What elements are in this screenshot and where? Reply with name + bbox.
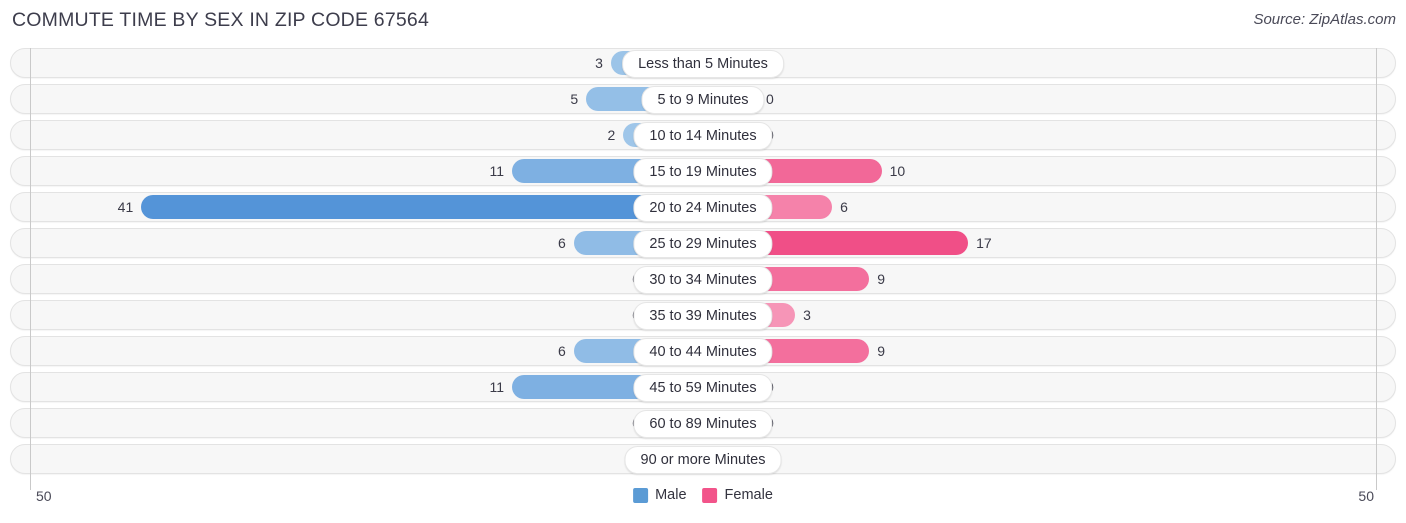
bar-pair: 2010 to 14 Minutes: [11, 121, 1395, 150]
bar-row: 5 05 to 9 Minutes: [10, 84, 1396, 114]
category-label: 15 to 19 Minutes: [633, 158, 773, 186]
legend-label: Female: [724, 487, 773, 503]
axis-tick-right: 50: [1358, 488, 1374, 504]
bar-pair: 11 10 15 to 19 Minutes: [11, 157, 1395, 186]
female-value-label: 6: [840, 199, 848, 215]
axis-tick-left: 50: [36, 488, 52, 504]
commute-time-chart: COMMUTE TIME BY SEX IN ZIP CODE 67564 So…: [0, 0, 1406, 523]
female-value-label: 9: [877, 271, 886, 287]
bar-row: 2010 to 14 Minutes: [10, 120, 1396, 150]
chart-legend: Male Female: [633, 487, 773, 503]
legend-item[interactable]: Male: [633, 487, 687, 503]
bar-row: 6 17 25 to 29 Minutes: [10, 228, 1396, 258]
plot-area: 30Less than 5 Minutes 5 05 to 9 Minutes 201…: [0, 48, 1406, 490]
bar-row: 0930 to 34 Minutes: [10, 264, 1396, 294]
legend-item[interactable]: Female: [702, 487, 773, 503]
category-label: 45 to 59 Minutes: [633, 374, 773, 402]
page-title: COMMUTE TIME BY SEX IN ZIP CODE 67564: [12, 9, 430, 31]
female-value-label: 0: [766, 91, 774, 107]
bar-pair: 6 9 40 to 44 Minutes: [11, 337, 1395, 366]
chart-footer: 50 50 Male Female: [0, 484, 1406, 518]
bar-row: 0060 to 89 Minutes: [10, 408, 1396, 438]
bar-row: 11 10 15 to 19 Minutes: [10, 156, 1396, 186]
axis-line-left: [30, 48, 31, 490]
category-label: 35 to 39 Minutes: [633, 302, 773, 330]
bar-rows: 30Less than 5 Minutes 5 05 to 9 Minutes 201…: [0, 48, 1406, 480]
bar-row: 30Less than 5 Minutes: [10, 48, 1396, 78]
male-value-label: 11: [489, 163, 505, 179]
bar-pair: 0090 or more Minutes: [11, 445, 1395, 474]
category-label: 90 or more Minutes: [624, 446, 782, 474]
category-label: 30 to 34 Minutes: [633, 266, 773, 294]
legend-swatch-icon: [633, 487, 649, 503]
male-value-label: 6: [558, 343, 566, 359]
bar-row: 0335 to 39 Minutes: [10, 300, 1396, 330]
chart-header: COMMUTE TIME BY SEX IN ZIP CODE 67564 So…: [0, 0, 1406, 46]
bar-pair: 30Less than 5 Minutes: [11, 49, 1395, 78]
bar-row: 11045 to 59 Minutes: [10, 372, 1396, 402]
axis-line-right: [1376, 48, 1377, 490]
category-label: 60 to 89 Minutes: [633, 410, 773, 438]
bar-pair: 5 05 to 9 Minutes: [11, 85, 1395, 114]
bar-row: 6 9 40 to 44 Minutes: [10, 336, 1396, 366]
female-value-label: 3: [803, 307, 811, 323]
legend-swatch-icon: [702, 487, 718, 503]
category-label: Less than 5 Minutes: [622, 50, 784, 78]
male-value-label: 3: [595, 55, 603, 71]
male-value-label: 5: [570, 91, 579, 107]
bar-pair: 0060 to 89 Minutes: [11, 409, 1395, 438]
bar-row: 0090 or more Minutes: [10, 444, 1396, 474]
bar-pair: 0930 to 34 Minutes: [11, 265, 1395, 294]
female-value-label: 17: [976, 235, 992, 251]
category-label: 40 to 44 Minutes: [633, 338, 773, 366]
category-label: 25 to 29 Minutes: [633, 230, 773, 258]
male-value-label: 11: [489, 379, 505, 395]
bar-pair: 6 17 25 to 29 Minutes: [11, 229, 1395, 258]
bar-pair: 0335 to 39 Minutes: [11, 301, 1395, 330]
male-value-label: 41: [117, 199, 134, 215]
source-attribution: Source: ZipAtlas.com: [1253, 11, 1396, 28]
bar-pair: 41 6 20 to 24 Minutes: [11, 193, 1395, 222]
category-label: 10 to 14 Minutes: [633, 122, 773, 150]
category-label: 5 to 9 Minutes: [641, 86, 765, 114]
male-bar[interactable]: [141, 195, 703, 219]
legend-label: Male: [655, 487, 687, 503]
category-label: 20 to 24 Minutes: [633, 194, 773, 222]
bar-pair: 11045 to 59 Minutes: [11, 373, 1395, 402]
male-value-label: 2: [607, 127, 616, 143]
female-value-label: 9: [877, 343, 886, 359]
bar-row: 41 6 20 to 24 Minutes: [10, 192, 1396, 222]
male-value-label: 6: [558, 235, 566, 251]
female-value-label: 10: [889, 163, 906, 179]
